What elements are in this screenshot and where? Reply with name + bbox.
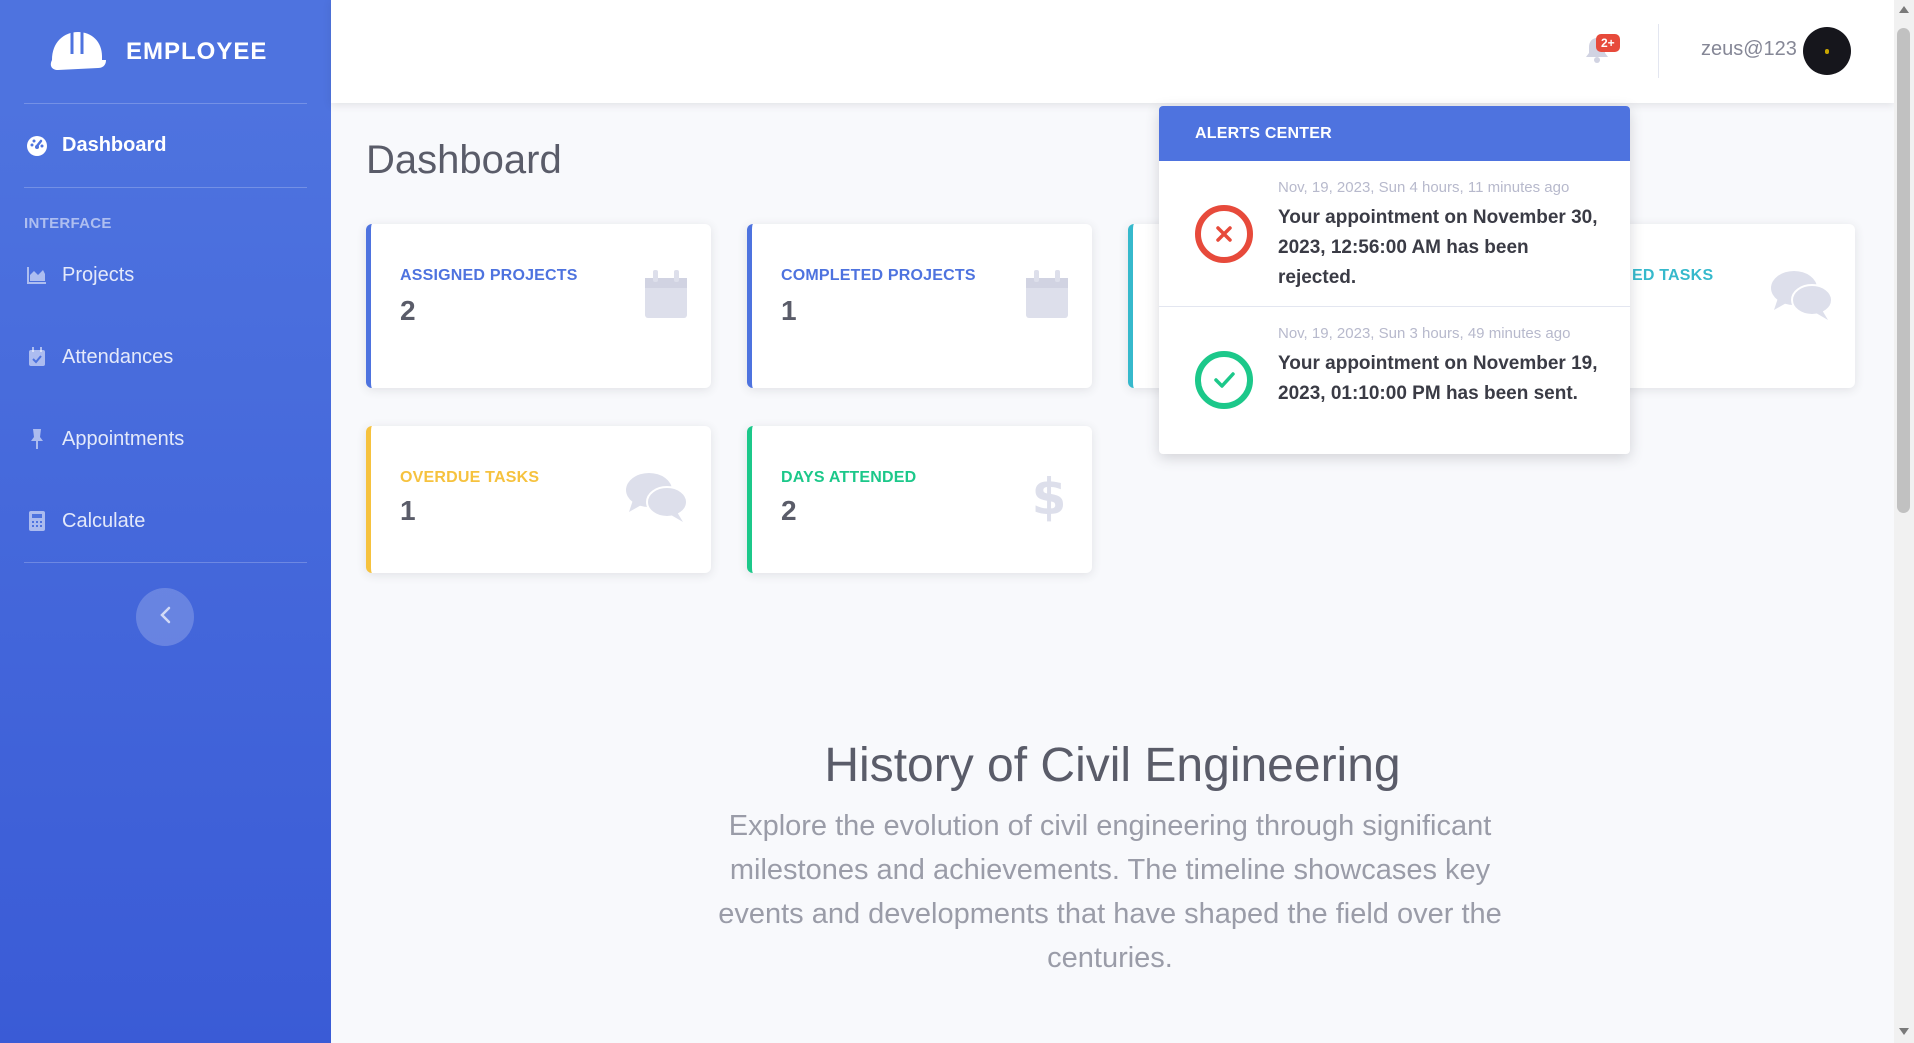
sidebar-item-label: Appointments: [62, 427, 185, 450]
scroll-up-icon[interactable]: [1899, 6, 1909, 13]
calendar-check-icon: [26, 346, 48, 368]
alert-date: Nov, 19, 2023, Sun 3 hours, 49 minutes a…: [1278, 325, 1571, 342]
card-value: 2: [781, 495, 797, 526]
alert-date: Nov, 19, 2023, Sun 4 hours, 11 minutes a…: [1278, 179, 1570, 196]
card-label: ED TASKS: [1632, 267, 1714, 284]
page-title: Dashboard: [366, 138, 562, 182]
card-label: COMPLETED PROJECTS: [781, 267, 976, 284]
sidebar-item-dashboard[interactable]: Dashboard: [0, 104, 331, 187]
sidebar-section-heading: INTERFACE: [24, 215, 112, 232]
alerts-heading: ALERTS CENTER: [1159, 106, 1630, 161]
topbar-divider: [1658, 24, 1659, 78]
scrollbar-thumb[interactable]: [1897, 28, 1910, 513]
card-value: 1: [781, 295, 797, 326]
calendar-icon: [645, 270, 687, 323]
avatar-detail: [1825, 49, 1829, 54]
sidebar-item-label: Attendances: [62, 345, 174, 368]
topbar: 2+ zeus@123: [331, 0, 1894, 103]
sidebar: EMPLOYEE Dashboard INTERFACE Projects At…: [0, 0, 331, 1043]
history-title: History of Civil Engineering: [824, 739, 1401, 792]
card-value: 1: [400, 495, 416, 526]
alert-item[interactable]: Nov, 19, 2023, Sun 3 hours, 49 minutes a…: [1159, 307, 1630, 453]
check-icon: [1194, 350, 1254, 410]
sidebar-toggle-button[interactable]: [136, 588, 194, 646]
rejected-icon: [1194, 204, 1254, 264]
dollar-icon: $: [1032, 468, 1067, 527]
card-label: DAYS ATTENDED: [781, 469, 917, 486]
card-label: OVERDUE TASKS: [400, 469, 540, 486]
stat-card-completed-projects: COMPLETED PROJECTS 1: [747, 224, 1092, 388]
card-label: ASSIGNED PROJECTS: [400, 267, 578, 284]
card-value: 2: [400, 295, 416, 326]
comments-icon: [625, 472, 688, 527]
avatar[interactable]: [1803, 27, 1851, 75]
hard-hat-icon: [48, 26, 106, 77]
chart-area-icon: [26, 264, 48, 286]
sidebar-item-calculate[interactable]: Calculate: [0, 480, 331, 562]
stat-card-assigned-projects: ASSIGNED PROJECTS 2: [366, 224, 711, 388]
sidebar-item-appointments[interactable]: Appointments: [0, 398, 331, 480]
thumbtack-icon: [26, 428, 48, 450]
sidebar-divider: [24, 562, 307, 563]
brand-name: EMPLOYEE: [126, 37, 268, 65]
notification-badge: 2+: [1596, 34, 1620, 52]
brand[interactable]: EMPLOYEE: [0, 0, 331, 103]
calendar-icon: [1026, 270, 1068, 323]
sidebar-item-projects[interactable]: Projects: [0, 234, 331, 316]
comments-icon: [1770, 270, 1833, 325]
sidebar-item-label: Dashboard: [62, 134, 167, 156]
calculator-icon: [26, 510, 48, 532]
sidebar-item-label: Projects: [62, 263, 135, 286]
sidebar-item-attendances[interactable]: Attendances: [0, 316, 331, 398]
history-description: Explore the evolution of civil engineeri…: [718, 810, 1502, 974]
alerts-dropdown: ALERTS CENTER Nov, 19, 2023, Sun 4 hours…: [1159, 106, 1630, 454]
alert-message: Your appointment on November 19, 2023, 0…: [1278, 353, 1598, 404]
svg-text:$: $: [1034, 470, 1064, 522]
tachometer-icon: [26, 135, 48, 157]
alert-item[interactable]: Nov, 19, 2023, Sun 4 hours, 11 minutes a…: [1159, 161, 1630, 307]
alert-message: Your appointment on November 30, 2023, 1…: [1278, 207, 1598, 288]
stat-card-overdue-tasks: OVERDUE TASKS 1: [366, 426, 711, 573]
stat-card-days-attended: DAYS ATTENDED 2 $: [747, 426, 1092, 573]
sidebar-item-label: Calculate: [62, 509, 146, 532]
scroll-down-icon[interactable]: [1899, 1028, 1909, 1035]
chevron-left-icon: [159, 606, 171, 629]
username[interactable]: zeus@123: [1701, 38, 1797, 61]
